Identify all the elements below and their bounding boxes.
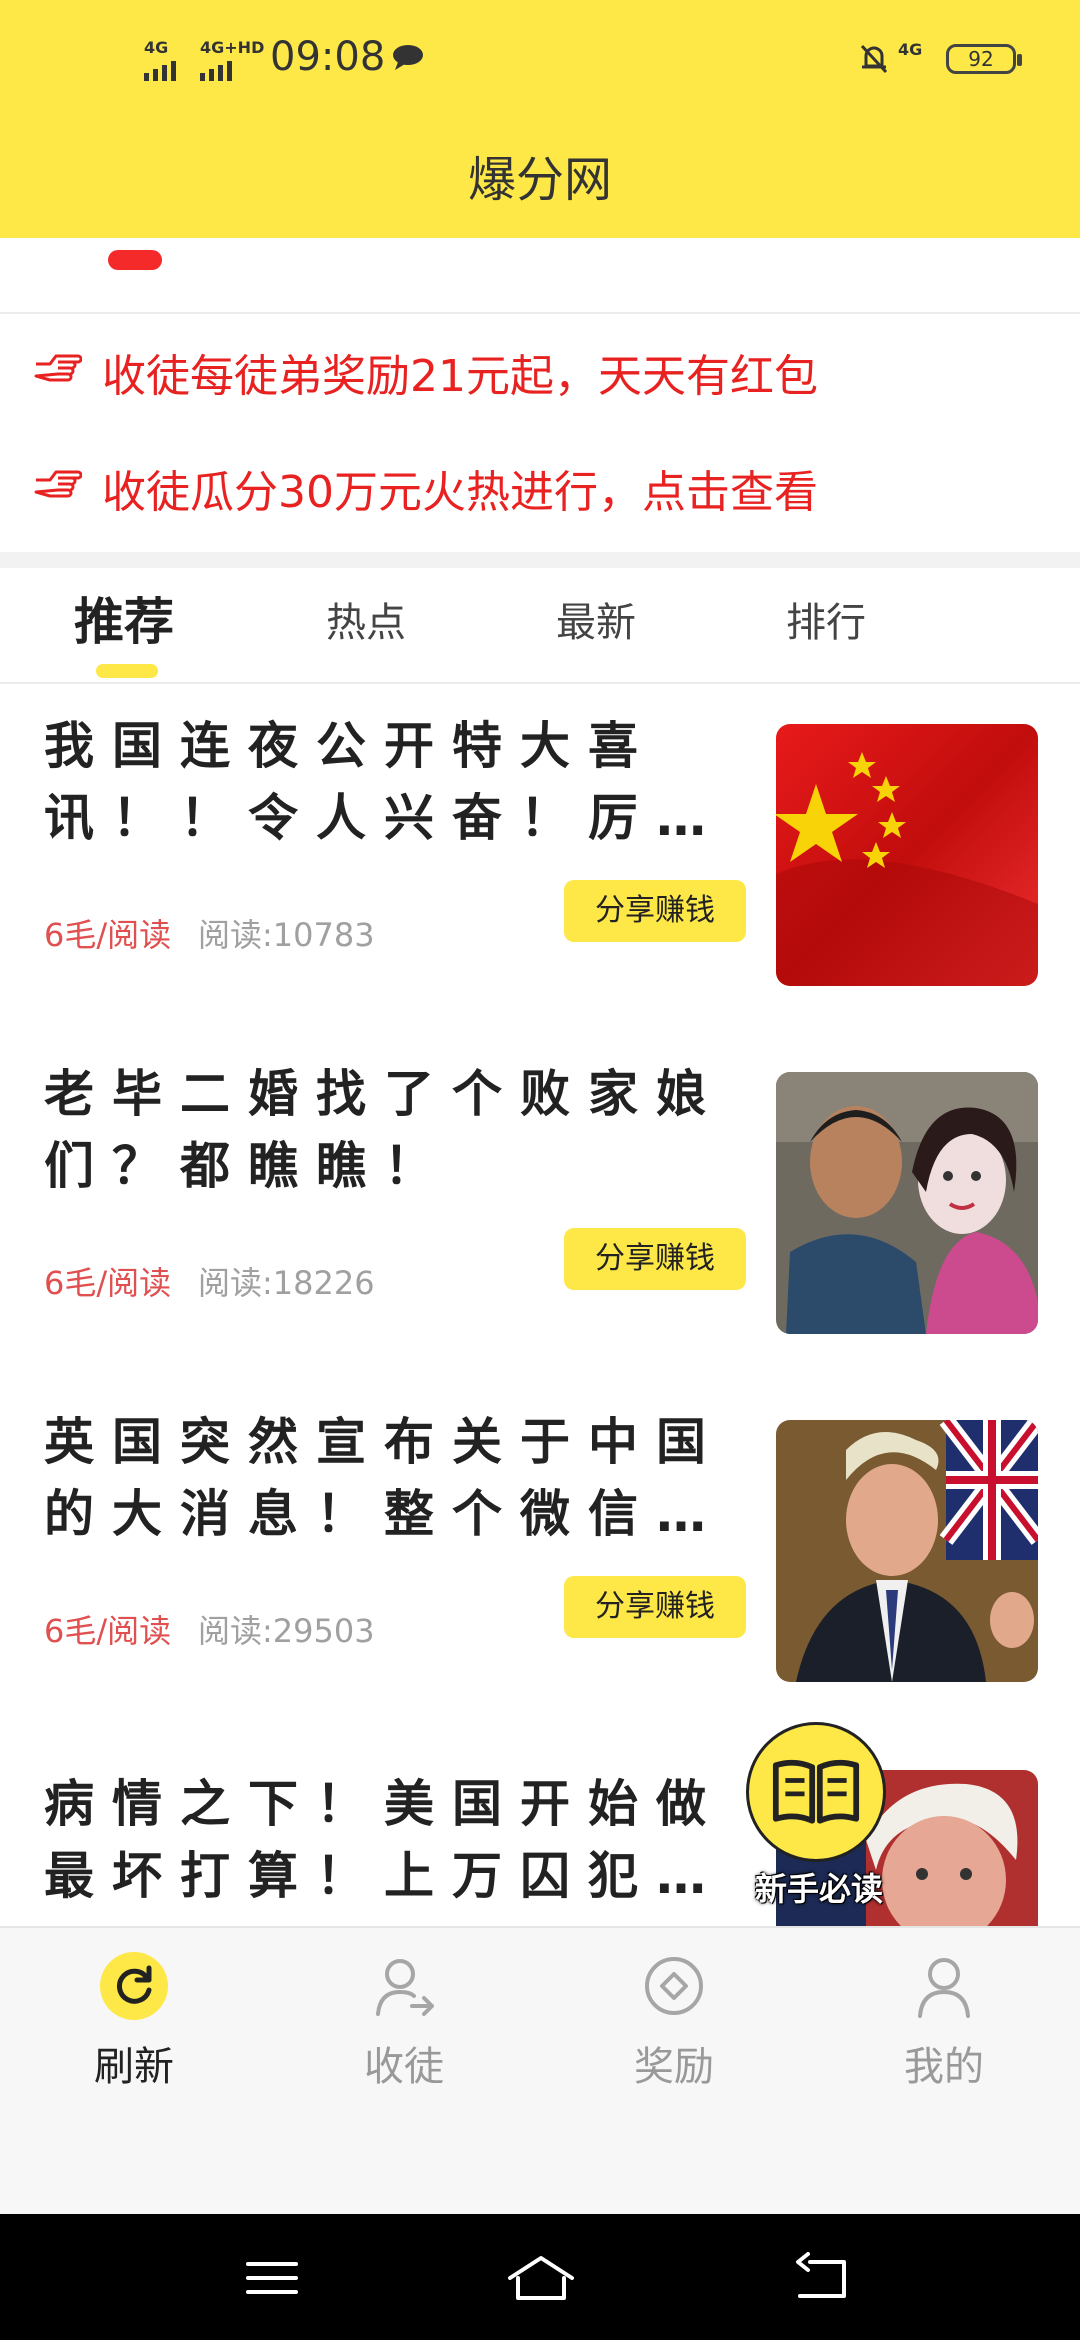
guide-circle bbox=[746, 1722, 886, 1862]
nav-profile-label: 我的 bbox=[904, 2044, 984, 2090]
book-icon bbox=[772, 1759, 860, 1824]
add-user-icon bbox=[376, 1959, 434, 2016]
article-rate: 6毛/阅读 bbox=[44, 916, 172, 954]
app-header: 4G 4G+HD 09:08 4G 92 爆分网 bbox=[0, 0, 1080, 238]
nav-recruit-label: 收徒 bbox=[364, 2044, 444, 2090]
share-earn-button[interactable]: 分享赚钱 bbox=[564, 1576, 746, 1638]
pointing-hand-icon bbox=[34, 470, 82, 498]
feed-tabs: 推荐 热点 最新 排行 bbox=[0, 568, 1080, 684]
guide-label: 新手必读 bbox=[754, 1870, 883, 1908]
system-navigation-bar bbox=[0, 2214, 1080, 2340]
battery-icon: 92 bbox=[946, 44, 1022, 74]
nav-refresh-label: 刷新 bbox=[94, 2044, 174, 2090]
share-earn-button[interactable]: 分享赚钱 bbox=[564, 880, 746, 942]
tab-ranking[interactable]: 排行 bbox=[786, 590, 866, 648]
article-title[interactable]: 我国连夜公开特大喜讯！！令人兴奋！厉… bbox=[44, 710, 724, 854]
mute-bell-icon bbox=[860, 44, 888, 74]
reward-icon bbox=[645, 1957, 703, 2015]
signal-indicator-2: 4G+HD bbox=[200, 38, 264, 81]
china-flag-image bbox=[776, 724, 1038, 986]
nav-refresh[interactable]: 刷新 bbox=[34, 1950, 234, 2092]
article-thumbnail[interactable] bbox=[776, 1420, 1038, 1682]
signal-1-label: 4G bbox=[144, 38, 169, 57]
article-rate: 6毛/阅读 bbox=[44, 1612, 172, 1650]
nav-reward-label: 奖励 bbox=[634, 2044, 714, 2090]
article-card[interactable]: 病情之下！美国开始做最坏打算！上万囚犯… bbox=[0, 1728, 1080, 1926]
network-icon: 4G bbox=[898, 40, 923, 59]
article-reads: 阅读:29503 bbox=[198, 1612, 375, 1650]
app-title: 爆分网 bbox=[467, 152, 612, 208]
pointing-hand-icon bbox=[34, 354, 82, 382]
promo-banner-1[interactable]: 收徒每徒弟奖励21元起，天天有红包 bbox=[0, 316, 1080, 426]
menu-icon[interactable] bbox=[242, 2252, 302, 2304]
status-bar: 4G 4G+HD 09:08 4G 92 bbox=[0, 0, 1080, 120]
promo-text-1: 收徒每徒弟奖励21元起，天天有红包 bbox=[102, 351, 818, 402]
politician-photo-image bbox=[776, 1420, 1038, 1682]
signal-2-label: 4G+HD bbox=[200, 38, 265, 57]
message-icon bbox=[393, 45, 423, 70]
article-reads: 阅读:10783 bbox=[198, 916, 375, 954]
profile-icon bbox=[918, 1958, 970, 2018]
battery-level: 92 bbox=[968, 47, 994, 71]
back-icon[interactable] bbox=[792, 2252, 852, 2304]
signal-indicator-1: 4G bbox=[144, 38, 176, 81]
article-title[interactable]: 病情之下！美国开始做最坏打算！上万囚犯… bbox=[44, 1768, 724, 1912]
nav-reward[interactable]: 奖励 bbox=[574, 1950, 774, 2092]
refresh-icon bbox=[100, 1952, 168, 2020]
article-card[interactable]: 我国连夜公开特大喜讯！！令人兴奋！厉… 6毛/阅读 阅读:10783 分享赚钱 bbox=[0, 684, 1080, 1034]
promo-banner-2[interactable]: 收徒瓜分30万元火热进行，点击查看 bbox=[0, 432, 1080, 542]
tab-recommend[interactable]: 推荐 bbox=[74, 582, 174, 654]
active-tab-indicator bbox=[96, 664, 158, 678]
article-thumbnail[interactable] bbox=[776, 724, 1038, 986]
article-rate: 6毛/阅读 bbox=[44, 1264, 172, 1302]
category-indicator bbox=[108, 250, 162, 270]
article-card[interactable]: 英国突然宣布关于中国的大消息！整个微信… 6毛/阅读 阅读:29503 分享赚钱 bbox=[0, 1380, 1080, 1730]
tab-latest[interactable]: 最新 bbox=[556, 590, 636, 648]
tab-hot[interactable]: 热点 bbox=[326, 590, 406, 648]
beginner-guide-button[interactable]: 新手必读 bbox=[744, 1720, 894, 1920]
clock: 09:08 bbox=[270, 34, 386, 80]
article-title[interactable]: 老毕二婚找了个败家娘们？都瞧瞧！ bbox=[44, 1058, 724, 1202]
article-card[interactable]: 老毕二婚找了个败家娘们？都瞧瞧！ 6毛/阅读 阅读:18226 分享赚钱 bbox=[0, 1032, 1080, 1382]
article-thumbnail[interactable] bbox=[776, 1072, 1038, 1334]
article-reads: 阅读:18226 bbox=[198, 1264, 375, 1302]
promo-text-2: 收徒瓜分30万元火热进行，点击查看 bbox=[102, 467, 818, 518]
share-earn-button[interactable]: 分享赚钱 bbox=[564, 1228, 746, 1290]
home-icon[interactable] bbox=[506, 2252, 576, 2304]
category-strip bbox=[0, 238, 1080, 314]
couple-photo-image bbox=[776, 1072, 1038, 1334]
section-divider bbox=[0, 552, 1080, 568]
article-title[interactable]: 英国突然宣布关于中国的大消息！整个微信… bbox=[44, 1406, 724, 1550]
nav-recruit[interactable]: 收徒 bbox=[304, 1950, 504, 2092]
bottom-navigation: 刷新 收徒 奖励 我的 bbox=[0, 1926, 1080, 2216]
nav-profile[interactable]: 我的 bbox=[844, 1950, 1044, 2092]
